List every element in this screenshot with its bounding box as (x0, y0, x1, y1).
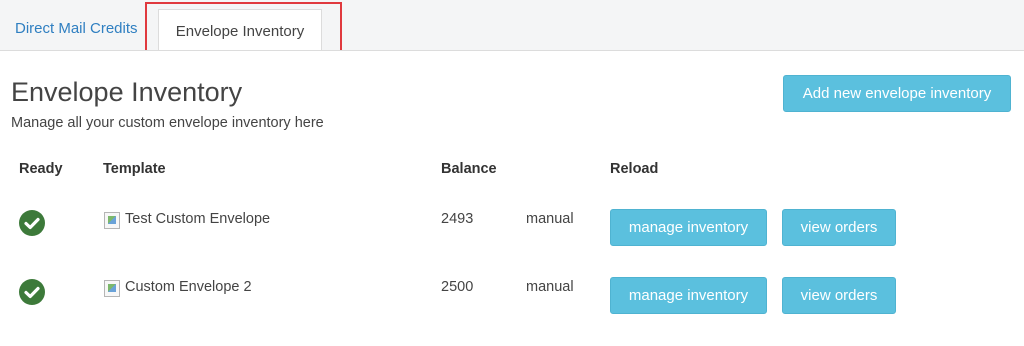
page-subtitle: Manage all your custom envelope inventor… (11, 115, 324, 131)
reload-mode: manual (526, 279, 574, 295)
broken-image-icon (104, 212, 120, 229)
balance-value: 2500 (441, 279, 474, 295)
add-envelope-inventory-button[interactable]: Add new envelope inventory (783, 75, 1011, 112)
check-circle-icon (19, 279, 45, 305)
tab-bar: Direct Mail Credits Envelope Inventory (0, 0, 1024, 57)
manage-inventory-button[interactable]: manage inventory (610, 209, 767, 246)
template-name: Test Custom Envelope (125, 211, 271, 227)
tab-direct-mail-credits[interactable]: Direct Mail Credits (15, 20, 138, 37)
manage-inventory-button[interactable]: manage inventory (610, 277, 767, 314)
view-orders-button[interactable]: view orders (782, 209, 896, 246)
content-panel: Envelope Inventory Manage all your custo… (0, 50, 1024, 346)
check-circle-icon (19, 210, 45, 236)
balance-value: 2493 (441, 211, 474, 227)
tab-envelope-inventory[interactable]: Envelope Inventory (158, 9, 322, 52)
page-title: Envelope Inventory (11, 77, 243, 107)
column-header-balance: Balance (441, 161, 497, 177)
broken-image-icon (104, 280, 120, 297)
reload-mode: manual (526, 211, 574, 227)
view-orders-button[interactable]: view orders (782, 277, 896, 314)
template-name: Custom Envelope 2 (125, 279, 252, 295)
column-header-reload: Reload (610, 161, 659, 177)
column-header-ready: Ready (19, 161, 63, 177)
column-header-template: Template (103, 161, 166, 177)
